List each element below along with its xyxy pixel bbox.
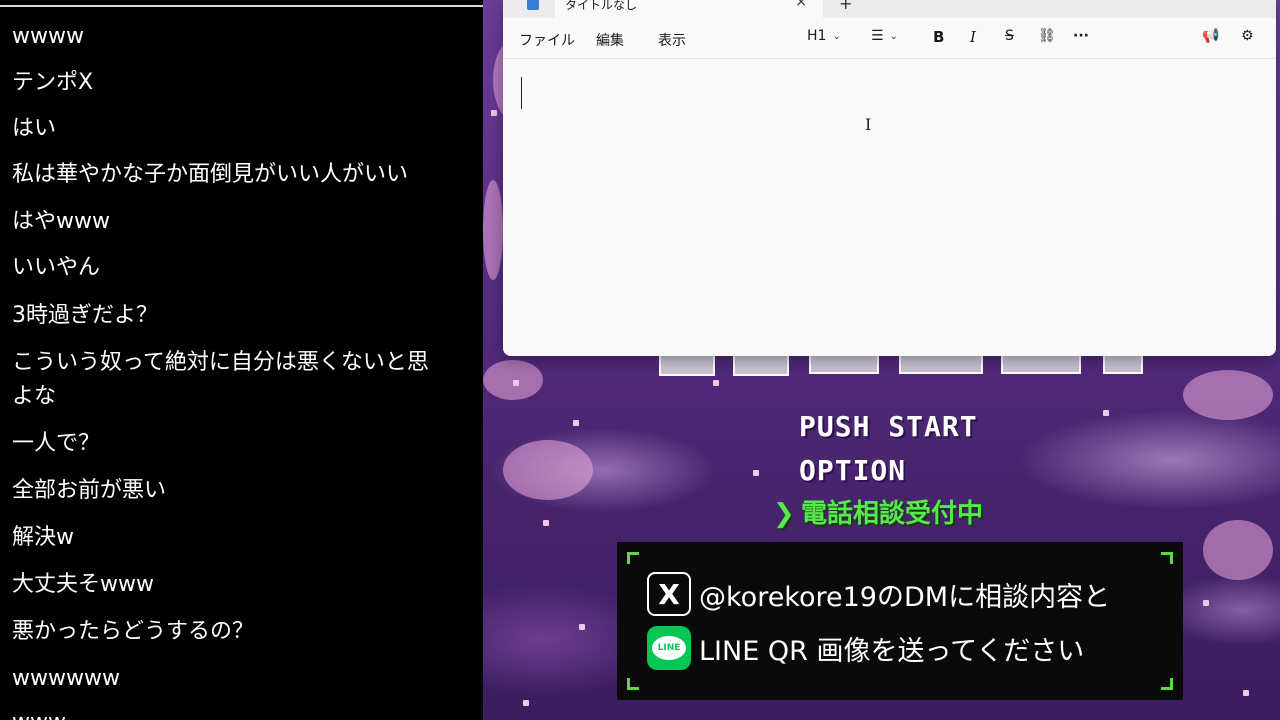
blossom-cluster [503, 440, 593, 500]
ibeam-cursor-icon: I [865, 115, 872, 134]
frame-corner [627, 552, 639, 564]
line-logo-icon: LINE [647, 626, 691, 670]
line-logo-label: LINE [652, 636, 686, 660]
petal [579, 624, 585, 630]
chevron-right-icon: ❯ [773, 499, 795, 529]
line-contact-text: LINE QR 画像を送ってください [699, 635, 1085, 667]
notepad-icon [527, 0, 539, 10]
more-options-button[interactable]: ··· [1073, 28, 1089, 44]
petal [1203, 600, 1209, 606]
frame-corner [627, 678, 639, 690]
petal [713, 380, 719, 386]
bold-button[interactable]: B [933, 28, 944, 46]
line-contact-row: LINE LINE QR 画像を送ってください [647, 626, 1084, 670]
tab-title: タイトルなし [565, 0, 638, 12]
petal [523, 700, 529, 706]
menu-edit[interactable]: 編集 [596, 30, 624, 50]
chevron-down-icon: ⌄ [889, 30, 898, 42]
heading-dropdown[interactable]: H1 ⌄ [807, 28, 841, 44]
title-menu: PUSH START OPTION [799, 405, 978, 493]
chat-message: テンポX [12, 70, 94, 95]
list-icon: ☰ [871, 28, 884, 44]
close-tab-button[interactable]: × [795, 0, 807, 10]
blossom-cluster [1183, 370, 1273, 420]
chat-message: はい [12, 116, 57, 141]
petal [491, 110, 497, 116]
petal [1103, 410, 1109, 416]
x-logo-icon: X [647, 572, 691, 616]
chevron-down-icon: ⌄ [832, 30, 841, 42]
list-dropdown[interactable]: ☰ ⌄ [871, 28, 898, 44]
chat-message: 一人で？ [12, 431, 101, 456]
settings-gear-icon[interactable]: ⚙ [1241, 28, 1254, 44]
chat-panel: wwww テンポX はい 私は華やかな子か面倒見がいい人がいい はやwww いい… [0, 0, 483, 720]
petal [543, 520, 549, 526]
strikethrough-button[interactable]: S [1005, 28, 1014, 44]
x-contact-row: X @korekore19のDMに相談内容と [647, 572, 1110, 616]
chat-message: 3時過ぎだよ？ [12, 303, 158, 328]
frame-corner [1161, 678, 1173, 690]
info-box: X @korekore19のDMに相談内容と LINE LINE QR 画像を送… [617, 542, 1183, 700]
blossom-cluster [483, 180, 503, 280]
petal [513, 380, 519, 386]
petal [1243, 690, 1249, 696]
chat-message: いいやん [12, 255, 101, 280]
x-contact-text: @korekore19のDMに相談内容と [699, 581, 1111, 613]
notepad-window: タイトルなし × + ファイル 編集 表示 H1 ⌄ ☰ ⌄ B I S ⛓ ·… [503, 0, 1276, 356]
chat-message: wwww [12, 24, 84, 49]
chat-message: www [12, 706, 483, 720]
chat-message: 全部お前が悪い [12, 478, 167, 503]
chat-message: wwwwww [12, 666, 120, 691]
chat-message: 大丈夫そwww [12, 572, 154, 597]
title-bar: タイトルなし × + [503, 0, 1276, 18]
chat-message: はやwww [12, 209, 110, 234]
announce-icon[interactable]: 📢 [1202, 28, 1219, 44]
petal [573, 420, 579, 426]
new-tab-button[interactable]: + [839, 0, 852, 13]
petal [753, 470, 759, 476]
italic-button[interactable]: I [970, 28, 976, 46]
chat-message: 解決w [12, 525, 74, 550]
push-start-label: PUSH START [799, 410, 978, 443]
blossom-cluster [1203, 520, 1273, 580]
menu-file[interactable]: ファイル [519, 30, 575, 50]
chat-message: 私は華やかな子か面倒見がいい人がいい [12, 162, 409, 187]
link-button[interactable]: ⛓ [1038, 28, 1056, 44]
chat-divider [0, 5, 483, 7]
chat-message: こういう奴って絶対に自分は悪くないと思 よな [12, 350, 429, 409]
consult-banner: ❯ 電話相談受付中 [773, 496, 983, 532]
menu-bar: ファイル 編集 表示 H1 ⌄ ☰ ⌄ B I S ⛓ ··· 📢 ⚙ [503, 18, 1276, 58]
text-caret [521, 77, 522, 109]
chat-message: 悪かったらどうするの？ [12, 619, 255, 644]
option-label: OPTION [799, 454, 907, 487]
heading-label: H1 [807, 28, 827, 44]
document-tab[interactable]: タイトルなし × [527, 0, 823, 18]
consult-text: 電話相談受付中 [801, 499, 984, 529]
text-editor[interactable]: I [503, 58, 1276, 356]
menu-view[interactable]: 表示 [658, 30, 686, 50]
frame-corner [1161, 552, 1173, 564]
